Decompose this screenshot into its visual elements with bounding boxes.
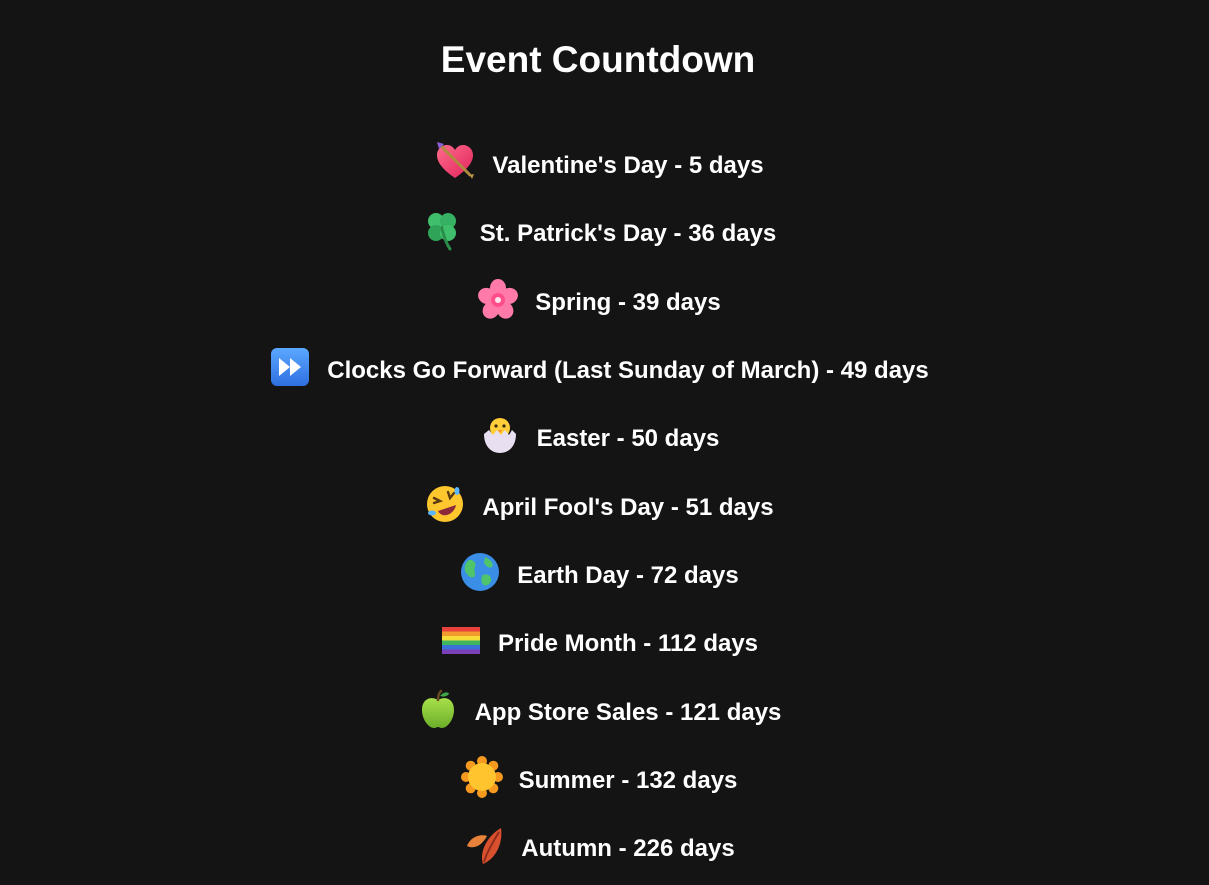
event-label: Easter - 50 days bbox=[536, 425, 720, 453]
event-label: Earth Day - 72 days bbox=[517, 561, 739, 589]
rolling-laughing-face-icon bbox=[424, 483, 466, 525]
list-item: Clocks Go Forward (Last Sunday of March)… bbox=[0, 337, 1198, 405]
event-label: Summer - 132 days bbox=[518, 766, 738, 794]
page-title: Event Countdown bbox=[440, 39, 756, 80]
rainbow-flag-icon bbox=[440, 619, 482, 661]
event-label: App Store Sales - 121 days bbox=[474, 698, 782, 726]
list-item: April Fool's Day - 51 days bbox=[0, 473, 1198, 541]
list-item: Earth Day - 72 days bbox=[0, 542, 1198, 610]
list-item: Summer - 132 days bbox=[0, 747, 1198, 815]
event-label: Spring - 39 days bbox=[535, 288, 721, 316]
list-item: Pride Month - 112 days bbox=[0, 610, 1198, 678]
event-label: Autumn - 226 days bbox=[521, 835, 735, 863]
sun-icon bbox=[460, 755, 503, 798]
list-item: App Store Sales - 121 days bbox=[0, 678, 1198, 746]
event-label: St. Patrick's Day - 36 days bbox=[479, 220, 777, 248]
event-label: Clocks Go Forward (Last Sunday of March)… bbox=[327, 357, 929, 385]
event-label: Pride Month - 112 days bbox=[497, 630, 759, 658]
list-item: Autumn - 226 days bbox=[0, 815, 1198, 883]
countdown-page: Event Countdown Valentine's Day - 5 days… bbox=[0, 0, 1209, 885]
event-label: April Fool's Day - 51 days bbox=[482, 493, 774, 521]
fallen-leaf-icon bbox=[463, 824, 505, 866]
list-item: Easter - 50 days bbox=[0, 405, 1198, 473]
globe-icon bbox=[459, 551, 501, 593]
fast-forward-icon bbox=[269, 346, 311, 388]
event-label: Valentine's Day - 5 days bbox=[492, 152, 764, 180]
four-leaf-clover-icon bbox=[422, 209, 464, 251]
green-apple-icon bbox=[417, 688, 459, 730]
list-item: Valentine's Day - 5 days bbox=[0, 132, 1198, 200]
cherry-blossom-icon bbox=[477, 278, 519, 320]
heart-with-arrow-icon bbox=[434, 141, 476, 183]
list-item: St. Patrick's Day - 36 days bbox=[0, 200, 1198, 268]
event-list: Valentine's Day - 5 days St. Patrick's D… bbox=[0, 132, 1198, 883]
hatching-chick-icon bbox=[479, 414, 521, 456]
list-item: Spring - 39 days bbox=[0, 269, 1198, 337]
